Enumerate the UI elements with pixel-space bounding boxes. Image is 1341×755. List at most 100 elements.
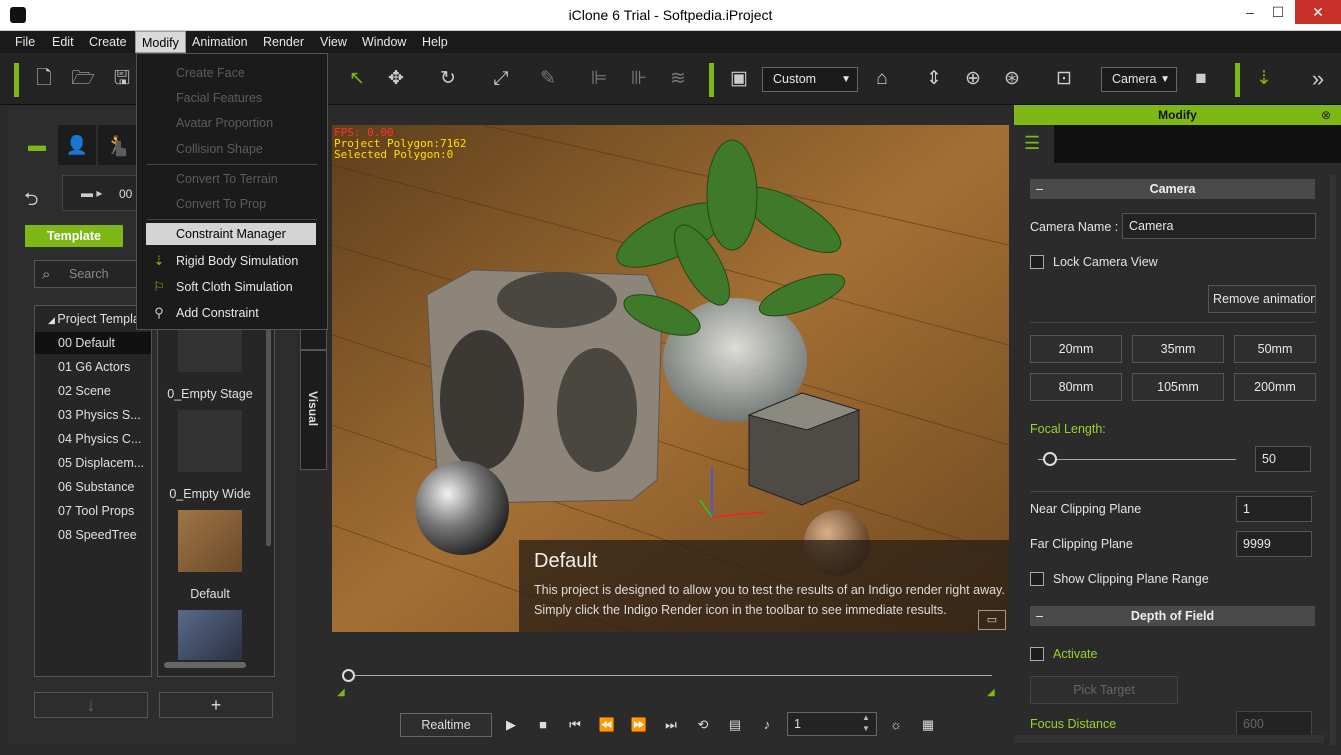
timeline-track[interactable] bbox=[342, 675, 992, 676]
camera-name-input[interactable]: Camera bbox=[1122, 213, 1316, 239]
menu-window[interactable]: Window bbox=[356, 31, 412, 53]
menu-render[interactable]: Render bbox=[257, 31, 310, 53]
menu-edit[interactable]: Edit bbox=[46, 31, 80, 53]
physics-icon[interactable]: ⇣ bbox=[1252, 67, 1276, 91]
comment-icon[interactable]: ▭ bbox=[978, 610, 1006, 630]
menu-item-constraint-manager[interactable]: Constraint Manager bbox=[146, 223, 316, 245]
menu-item-create-face[interactable]: Create Face bbox=[138, 61, 326, 85]
fast-forward-icon[interactable]: ⏩ bbox=[628, 715, 650, 735]
stop-icon[interactable]: ■ bbox=[532, 715, 554, 735]
tab-actor[interactable]: 👤 bbox=[58, 125, 96, 165]
tree-item[interactable]: 03 Physics S... bbox=[35, 404, 151, 426]
home-icon[interactable]: ⌂ bbox=[870, 67, 894, 91]
path-breadcrumb[interactable]: ▬ ▸ 00 bbox=[62, 175, 146, 211]
play-icon[interactable]: ▶ bbox=[500, 715, 522, 735]
music-note-icon[interactable]: ♪ bbox=[756, 715, 778, 735]
visibility-icon[interactable]: ≋ bbox=[666, 67, 690, 91]
subtitle-icon[interactable]: ▤ bbox=[724, 715, 746, 735]
menu-item-rigid-body-simulation[interactable]: ⇣ Rigid Body Simulation bbox=[138, 249, 326, 273]
tree-item[interactable]: 05 Displacem... bbox=[35, 452, 151, 474]
focal-length-slider-knob[interactable] bbox=[1042, 452, 1057, 466]
lens-35mm-button[interactable]: 35mm bbox=[1132, 335, 1224, 363]
rotate-icon[interactable]: ↻ bbox=[436, 67, 460, 91]
orbit-camera-icon[interactable]: ⊛ bbox=[1000, 67, 1024, 91]
vertical-scrollbar[interactable] bbox=[266, 326, 271, 546]
lock-camera-checkbox[interactable] bbox=[1030, 255, 1044, 269]
lens-50mm-button[interactable]: 50mm bbox=[1234, 335, 1316, 363]
menu-item-add-constraint[interactable]: ⚲ Add Constraint bbox=[138, 301, 326, 325]
settings-tab[interactable]: ☰ bbox=[1014, 125, 1054, 163]
timeline-toggle-icon[interactable]: ▦ bbox=[917, 715, 939, 735]
settings-sun-icon[interactable]: ☼ bbox=[885, 715, 907, 735]
thumbnail-empty-wide[interactable] bbox=[178, 410, 242, 472]
save-icon[interactable]: 🖫 bbox=[110, 67, 134, 91]
download-button[interactable]: ↓ bbox=[34, 692, 148, 718]
lens-20mm-button[interactable]: 20mm bbox=[1030, 335, 1122, 363]
frame-stepper-icon[interactable]: ▲ ▼ bbox=[862, 712, 870, 734]
start-marker-icon[interactable]: ◢ bbox=[337, 687, 345, 698]
menu-file[interactable]: File bbox=[9, 31, 41, 53]
tree-item[interactable]: 08 SpeedTree bbox=[35, 524, 151, 546]
tree-item[interactable]: 01 G6 Actors bbox=[35, 356, 151, 378]
timeline-playhead[interactable] bbox=[342, 669, 355, 682]
frame-selection-icon[interactable]: ⊡ bbox=[1052, 67, 1076, 91]
focal-length-input[interactable]: 50 bbox=[1255, 446, 1311, 472]
menu-item-avatar-proportion[interactable]: Avatar Proportion bbox=[138, 111, 326, 135]
menu-view[interactable]: View bbox=[314, 31, 353, 53]
viewport-layout-icon[interactable]: ▣ bbox=[727, 67, 751, 91]
loop-icon[interactable]: ⟲ bbox=[692, 715, 714, 735]
far-clip-input[interactable]: 9999 bbox=[1236, 531, 1312, 557]
vertical-scrollbar[interactable] bbox=[1330, 175, 1336, 745]
tree-item[interactable]: 02 Scene bbox=[35, 380, 151, 402]
back-icon[interactable]: ⮌ bbox=[24, 187, 38, 217]
pan-camera-icon[interactable]: ⊕ bbox=[961, 67, 985, 91]
menu-item-soft-cloth-simulation[interactable]: ⚐ Soft Cloth Simulation bbox=[138, 275, 326, 299]
show-clip-range-checkbox[interactable] bbox=[1030, 572, 1044, 586]
more-tools-button[interactable]: » bbox=[1306, 67, 1330, 91]
menu-create[interactable]: Create bbox=[83, 31, 133, 53]
horizontal-scrollbar[interactable] bbox=[164, 662, 246, 668]
thumbnail-empty-stage[interactable] bbox=[178, 326, 242, 372]
focal-length-slider-track[interactable] bbox=[1038, 459, 1236, 460]
menu-modify[interactable]: Modify bbox=[135, 31, 186, 53]
last-frame-icon[interactable]: ⏭ bbox=[660, 715, 682, 735]
lens-200mm-button[interactable]: 200mm bbox=[1234, 373, 1316, 401]
menu-item-collision-shape[interactable]: ▙ Collision Shape bbox=[116, 137, 326, 161]
template-button[interactable]: Template bbox=[25, 225, 123, 247]
thumbnail-cubes[interactable] bbox=[178, 610, 242, 660]
add-button[interactable]: + bbox=[159, 692, 273, 718]
camera-select[interactable]: Camera ▼ bbox=[1101, 67, 1177, 92]
video-camera-icon[interactable]: ■ bbox=[1189, 67, 1213, 91]
thumbnail-default[interactable] bbox=[178, 510, 242, 572]
view-mode-select[interactable]: Custom ▼ bbox=[762, 67, 858, 92]
menu-item-convert-to-prop[interactable]: Convert To Prop bbox=[138, 192, 326, 216]
align-left-icon[interactable]: ⊫ bbox=[587, 67, 611, 91]
tree-item[interactable]: 06 Substance bbox=[35, 476, 151, 498]
maximize-button[interactable]: ☐ bbox=[1260, 0, 1296, 24]
select-arrow-icon[interactable]: ↖ bbox=[345, 67, 369, 91]
new-file-icon[interactable]: 🗋 bbox=[32, 67, 56, 91]
close-button[interactable]: ✕ bbox=[1295, 0, 1341, 24]
edit-pen-icon[interactable]: ✎ bbox=[536, 67, 560, 91]
activate-dof-checkbox[interactable] bbox=[1030, 647, 1044, 661]
focus-distance-input[interactable]: 600 bbox=[1236, 711, 1312, 737]
end-marker-icon[interactable]: ◢ bbox=[987, 687, 995, 698]
tree-item-00-default[interactable]: 00 Default bbox=[35, 332, 151, 354]
open-folder-icon[interactable]: 🗁 bbox=[71, 67, 95, 91]
dof-section-header[interactable]: – Depth of Field bbox=[1030, 606, 1315, 626]
lens-80mm-button[interactable]: 80mm bbox=[1030, 373, 1122, 401]
tab-project-folder[interactable]: ▬ bbox=[18, 125, 56, 165]
tree-root[interactable]: ◢ Project Templat bbox=[35, 308, 151, 330]
lens-105mm-button[interactable]: 105mm bbox=[1132, 373, 1224, 401]
remove-animation-button[interactable]: Remove animation bbox=[1208, 285, 1316, 313]
scale-icon[interactable]: ⤢ bbox=[489, 67, 513, 91]
tree-item[interactable]: 04 Physics C... bbox=[35, 428, 151, 450]
tree-item[interactable]: 07 Tool Props bbox=[35, 500, 151, 522]
3d-viewport[interactable]: FPS: 0.00 Project Polygon:7162 Selected … bbox=[332, 125, 1009, 632]
close-panel-icon[interactable]: ⊗ bbox=[1321, 105, 1331, 125]
camera-section-header[interactable]: – Camera bbox=[1030, 179, 1315, 199]
visual-tab[interactable]: Visual bbox=[300, 350, 327, 470]
first-frame-icon[interactable]: ⏮ bbox=[564, 715, 586, 735]
menu-item-convert-to-terrain[interactable]: Convert To Terrain bbox=[138, 167, 326, 191]
menu-animation[interactable]: Animation bbox=[186, 31, 254, 53]
